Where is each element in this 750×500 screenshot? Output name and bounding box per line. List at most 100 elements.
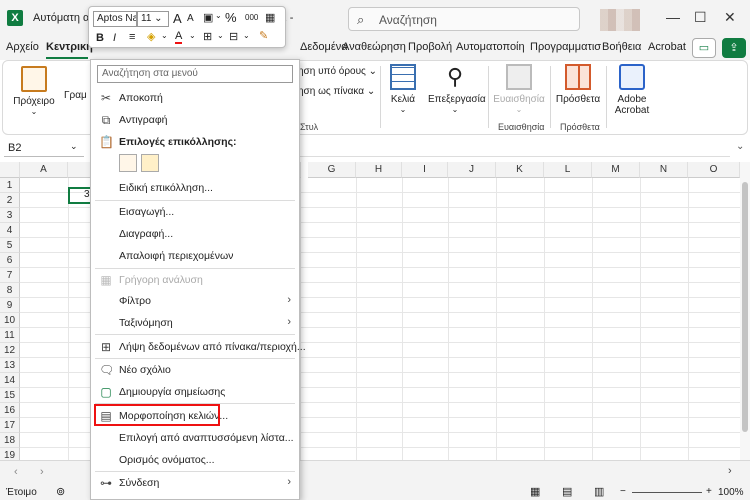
menu-search-input[interactable]: Αναζήτηση στα μενού bbox=[97, 65, 293, 83]
chevron-down-icon[interactable]: ⌄ bbox=[736, 141, 744, 152]
search-input[interactable]: ⌕ Αναζήτηση bbox=[348, 7, 580, 31]
menu-item-copy[interactable]: ⧉ Αντιγραφή bbox=[91, 110, 299, 130]
accessibility-icon[interactable]: ⊚ bbox=[56, 485, 65, 498]
chevron-down-icon[interactable]: ⌄ bbox=[243, 31, 250, 40]
row-header[interactable]: 4 bbox=[0, 223, 20, 238]
row-header[interactable]: 13 bbox=[0, 358, 20, 373]
font-color-icon[interactable]: A bbox=[175, 31, 183, 44]
tab-file[interactable]: Αρχείο bbox=[6, 41, 39, 53]
menu-item-insert[interactable]: Εισαγωγή... bbox=[91, 202, 299, 222]
adobe-acrobat-button[interactable]: Adobe Acrobat bbox=[610, 64, 654, 116]
row-header[interactable]: 7 bbox=[0, 268, 20, 283]
tab-view[interactable]: Προβολή bbox=[408, 41, 452, 53]
page-break-icon[interactable]: ▥ bbox=[594, 485, 604, 498]
column-header[interactable]: A bbox=[20, 162, 68, 178]
row-header[interactable]: 12 bbox=[0, 343, 20, 358]
font-name-field[interactable]: Aptos Na bbox=[93, 11, 137, 27]
chevron-down-icon[interactable]: ⌄ bbox=[70, 141, 78, 152]
select-all-corner[interactable] bbox=[0, 162, 20, 178]
normal-view-icon[interactable]: ▦ bbox=[530, 485, 540, 498]
scroll-right-icon[interactable]: › bbox=[40, 466, 44, 478]
accounting-format-icon[interactable]: ▣ bbox=[203, 11, 213, 24]
grow-font-button[interactable]: A bbox=[173, 11, 182, 26]
menu-item-paste-special[interactable]: Ειδική επικόλληση... bbox=[91, 178, 299, 198]
percent-style-button[interactable]: % bbox=[225, 10, 237, 25]
menu-item-delete[interactable]: Διαγραφή... bbox=[91, 224, 299, 244]
tab-home[interactable]: Κεντρική bbox=[46, 41, 93, 53]
conditional-formatting-button[interactable]: ηση υπό όρους ⌄ bbox=[298, 66, 377, 77]
vertical-scrollbar[interactable] bbox=[740, 162, 750, 460]
avatar[interactable] bbox=[600, 9, 640, 31]
row-header[interactable]: 16 bbox=[0, 403, 20, 418]
row-header[interactable]: 3 bbox=[0, 208, 20, 223]
zoom-out-icon[interactable]: − bbox=[620, 486, 626, 497]
menu-item-cut[interactable]: ✂ Αποκοπή bbox=[91, 88, 299, 108]
row-header[interactable]: 8 bbox=[0, 283, 20, 298]
row-header[interactable]: 1 bbox=[0, 178, 20, 193]
menu-item-link[interactable]: ⊶ Σύνδεση › bbox=[91, 473, 299, 493]
chevron-down-icon[interactable]: ⌄ bbox=[189, 31, 196, 40]
page-layout-icon[interactable]: ▤ bbox=[562, 485, 572, 498]
italic-button[interactable]: I bbox=[113, 32, 116, 44]
scroll-right-icon[interactable]: › bbox=[728, 465, 732, 477]
row-header[interactable]: 5 bbox=[0, 238, 20, 253]
menu-item-get-data[interactable]: ⊞ Λήψη δεδομένων από πίνακα/περιοχή... bbox=[91, 337, 306, 357]
menu-item-pick-from-list[interactable]: Επιλογή από αναπτυσσόμενη λίστα... bbox=[91, 428, 299, 448]
shrink-font-button[interactable]: A bbox=[187, 13, 194, 24]
chevron-down-icon[interactable]: ⌄ bbox=[215, 11, 222, 20]
minimize-icon[interactable]: — bbox=[666, 9, 680, 25]
paste-option-icon[interactable] bbox=[119, 154, 137, 172]
comments-icon[interactable]: ▭ bbox=[692, 38, 716, 58]
menu-item-define-name[interactable]: Ορισμός ονόματος... bbox=[91, 450, 299, 470]
zoom-slider[interactable] bbox=[632, 492, 702, 493]
share-icon[interactable]: ⇪ bbox=[722, 38, 746, 58]
column-header[interactable]: N bbox=[640, 162, 688, 178]
tab-automate[interactable]: Αυτοματοποίη bbox=[456, 41, 525, 53]
row-header[interactable]: 18 bbox=[0, 433, 20, 448]
column-header[interactable]: O bbox=[688, 162, 740, 178]
row-header[interactable]: 17 bbox=[0, 418, 20, 433]
fill-color-icon[interactable]: ◈ bbox=[147, 30, 155, 43]
row-header[interactable]: 6 bbox=[0, 253, 20, 268]
column-header[interactable]: K bbox=[496, 162, 544, 178]
zoom-in-icon[interactable]: + bbox=[706, 486, 712, 497]
scroll-left-icon[interactable]: ‹ bbox=[14, 466, 18, 478]
menu-item-clear-contents[interactable]: Απαλοιφή περιεχομένων bbox=[91, 246, 299, 266]
menu-item-new-note[interactable]: ▢ Δημιουργία σημείωσης bbox=[91, 382, 299, 402]
column-header[interactable]: M bbox=[592, 162, 640, 178]
align-center-icon[interactable]: ≡ bbox=[129, 31, 135, 43]
scrollbar-thumb[interactable] bbox=[742, 182, 748, 432]
font-size-field[interactable]: 11 ⌄ bbox=[137, 11, 169, 27]
column-header[interactable]: J bbox=[448, 162, 496, 178]
row-header[interactable]: 9 bbox=[0, 298, 20, 313]
format-as-table-button[interactable]: ηση ως πίνακα ⌄ bbox=[298, 86, 375, 97]
sensitivity-button[interactable]: Ευαισθησία ⌄ bbox=[492, 64, 546, 114]
comma-style-button[interactable]: 000 bbox=[245, 13, 258, 22]
column-header[interactable]: G bbox=[308, 162, 356, 178]
close-icon[interactable]: ✕ bbox=[724, 9, 736, 26]
column-header[interactable]: L bbox=[544, 162, 592, 178]
borders-icon[interactable]: ⊞ bbox=[203, 30, 212, 43]
addins-button[interactable]: Πρόσθετα bbox=[554, 64, 602, 105]
paste-values-icon[interactable] bbox=[141, 154, 159, 172]
paintbrush-icon[interactable]: ✎ bbox=[259, 29, 268, 42]
menu-item-filter[interactable]: Φίλτρο › bbox=[91, 291, 299, 311]
zoom-level[interactable]: 100% bbox=[718, 487, 744, 498]
merge-center-icon[interactable]: ⊟ bbox=[229, 30, 238, 43]
row-header[interactable]: 15 bbox=[0, 388, 20, 403]
row-header[interactable]: 11 bbox=[0, 328, 20, 343]
paste-button[interactable]: Πρόχειρο ⌄ bbox=[8, 66, 60, 116]
format-painter-icon[interactable]: ▦ bbox=[265, 11, 275, 24]
menu-item-sort[interactable]: Ταξινόμηση › bbox=[91, 313, 299, 333]
row-header[interactable]: 2 bbox=[0, 193, 20, 208]
editing-button[interactable]: ⚲ Επεξεργασία ⌄ bbox=[428, 64, 486, 114]
tab-developer[interactable]: Προγραμματισ bbox=[530, 41, 601, 53]
column-header[interactable]: I bbox=[402, 162, 448, 178]
menu-item-new-comment[interactable]: 🗨 Νέο σχόλιο bbox=[91, 360, 299, 380]
column-header[interactable]: H bbox=[356, 162, 402, 178]
bold-button[interactable]: B bbox=[96, 32, 104, 44]
maximize-icon[interactable]: ☐ bbox=[694, 9, 707, 26]
chevron-down-icon[interactable]: ⌄ bbox=[217, 31, 224, 40]
tab-acrobat[interactable]: Acrobat bbox=[648, 41, 686, 53]
cells-button[interactable]: Κελιά ⌄ bbox=[386, 64, 420, 114]
